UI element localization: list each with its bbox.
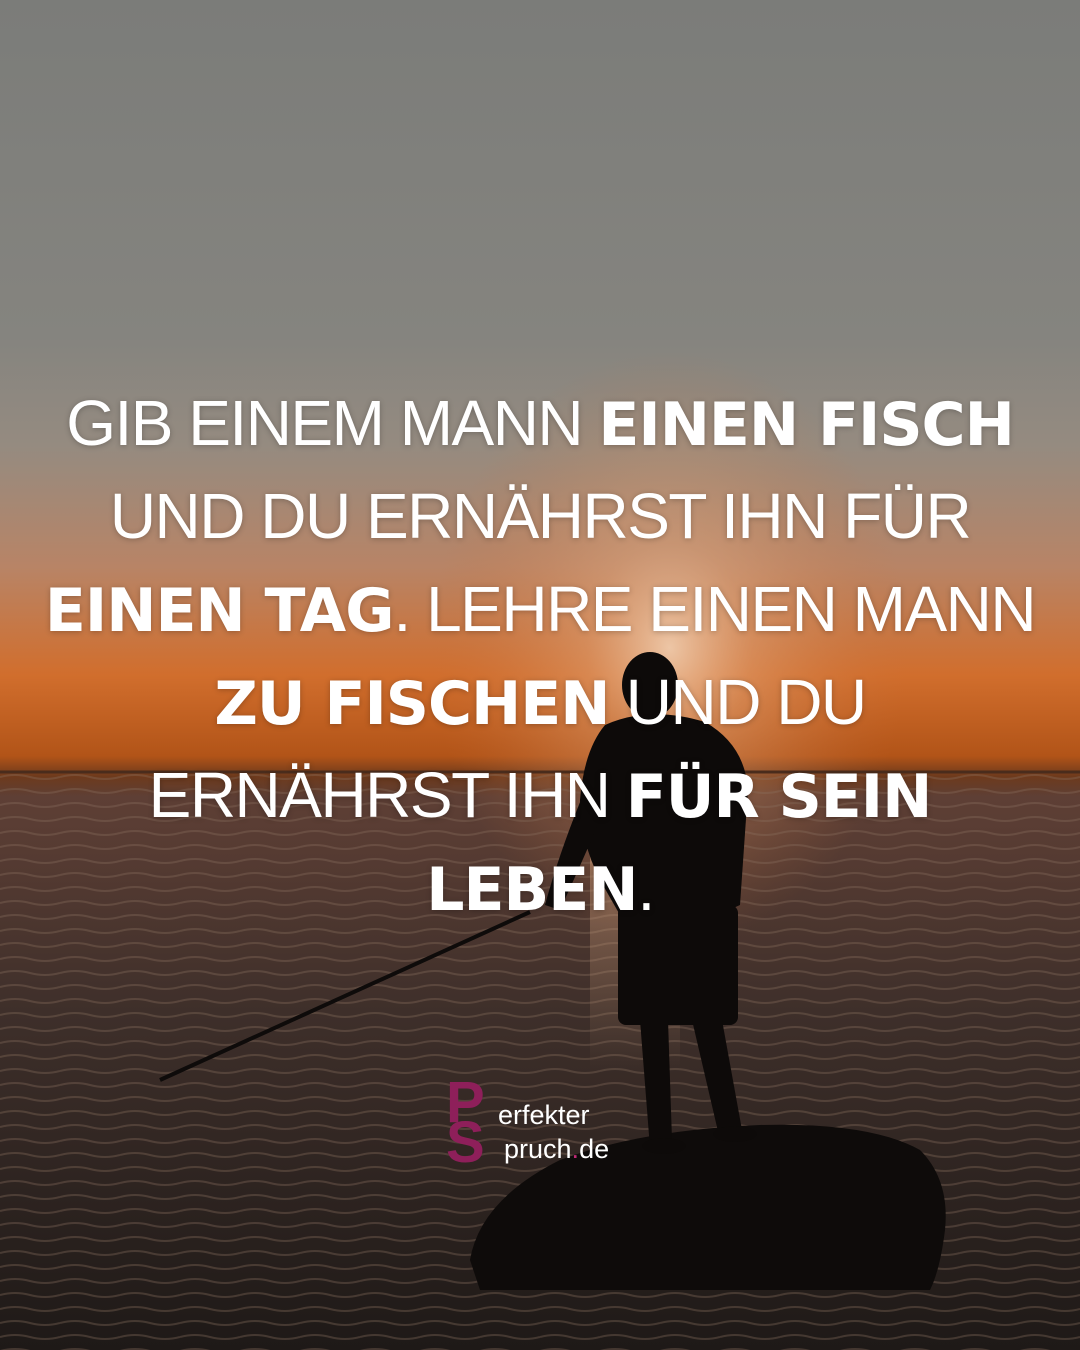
quote-segment-emphasis: einen Fisch <box>598 390 1014 460</box>
quote-text: Gib einem Mann einen Fisch und du ernähr… <box>40 378 1040 936</box>
perfekter-spruch-logo: P S erfekter pruch.de <box>446 1074 646 1174</box>
quote-segment: . Lehre einen Mann <box>393 573 1037 645</box>
quote-segment-emphasis: zu fischen <box>214 669 610 739</box>
logo-mark-s: S <box>446 1110 485 1175</box>
logo-dot: . <box>571 1134 580 1164</box>
logo-line-1: erfekter <box>498 1100 590 1130</box>
logo-line-2: pruch.de <box>504 1134 609 1165</box>
logo-word: pruch <box>504 1134 572 1164</box>
quote-segment: Gib einem Mann <box>66 387 599 459</box>
quote-segment: und du ernährst ihn für <box>109 480 972 552</box>
quote-image: Gib einem Mann einen Fisch und du ernähr… <box>0 0 1080 1350</box>
quote-segment: . <box>637 852 655 924</box>
logo-tld: de <box>579 1134 610 1164</box>
quote-segment-emphasis: einen Tag <box>44 576 395 646</box>
